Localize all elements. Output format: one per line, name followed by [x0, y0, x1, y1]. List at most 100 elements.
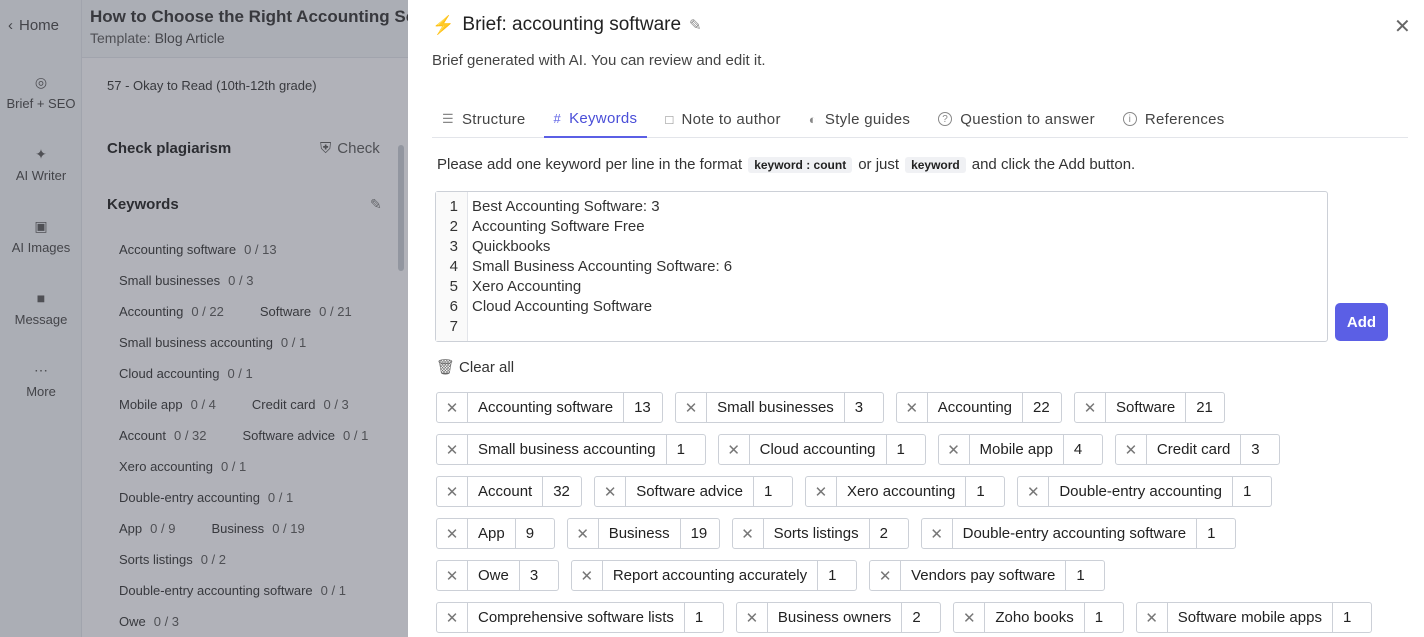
remove-icon[interactable]: ✕ — [737, 603, 768, 632]
chip-count-input[interactable]: 32 — [543, 477, 581, 506]
remove-icon[interactable]: ✕ — [922, 519, 953, 548]
chip-count-input[interactable]: 1 — [754, 477, 792, 506]
tab-style-guides[interactable]: ◐ Style guides — [799, 100, 920, 138]
chip-count-input[interactable]: 3 — [520, 561, 558, 590]
chip-keyword-input[interactable]: Cloud accounting — [750, 435, 887, 464]
chip-count-input[interactable]: 22 — [1023, 393, 1061, 422]
remove-icon[interactable]: ✕ — [1075, 393, 1107, 422]
remove-icon[interactable]: ✕ — [806, 477, 837, 506]
remove-icon[interactable]: ✕ — [954, 603, 986, 632]
chip-count-input[interactable]: 9 — [516, 519, 554, 548]
chip-count-input[interactable]: 1 — [818, 561, 856, 590]
chip-count-input[interactable]: 1 — [1085, 603, 1123, 632]
modal-overlay[interactable] — [0, 0, 408, 637]
chip-count-input[interactable]: 1 — [1066, 561, 1104, 590]
chip-keyword-input[interactable]: Small businesses — [707, 393, 845, 422]
editor-line[interactable]: Cloud Accounting Software — [472, 298, 652, 315]
editor-line[interactable]: Small Business Accounting Software: 6 — [472, 258, 732, 275]
tab-keywords[interactable]: # Keywords — [543, 100, 648, 138]
chip-count-input[interactable]: 3 — [845, 393, 883, 422]
remove-icon[interactable]: ✕ — [437, 435, 468, 464]
info-icon: i — [1122, 112, 1137, 126]
chip-keyword-input[interactable]: Account — [468, 477, 544, 506]
keyword-chip: ✕ Double-entry accounting 1 — [1017, 476, 1272, 507]
chip-keyword-input[interactable]: Software mobile apps — [1168, 603, 1333, 632]
remove-icon[interactable]: ✕ — [1137, 603, 1168, 632]
chip-keyword-input[interactable]: Xero accounting — [837, 477, 967, 506]
remove-icon[interactable]: ✕ — [437, 561, 468, 590]
chip-keyword-input[interactable]: Business — [599, 519, 681, 548]
tab-note-to-author[interactable]: □ Note to author — [655, 100, 790, 138]
remove-icon[interactable]: ✕ — [719, 435, 750, 464]
keyword-chip: ✕ Cloud accounting 1 — [717, 434, 926, 465]
remove-icon[interactable]: ✕ — [1116, 435, 1147, 464]
keyword-chip: ✕ Vendors pay software 1 — [869, 560, 1106, 591]
remove-icon[interactable]: ✕ — [437, 603, 468, 632]
chip-count-input[interactable]: 1 — [685, 603, 723, 632]
chip-count-input[interactable]: 1 — [1333, 603, 1371, 632]
chip-count-input[interactable]: 4 — [1064, 435, 1102, 464]
chip-count-input[interactable]: 19 — [681, 519, 719, 548]
chip-keyword-input[interactable]: Mobile app — [970, 435, 1064, 464]
lightning-icon: ⚡ — [432, 14, 455, 35]
chip-keyword-input[interactable]: Accounting — [928, 393, 1024, 422]
line-number: 3 — [449, 238, 458, 255]
remove-icon[interactable]: ✕ — [939, 435, 970, 464]
chip-count-input[interactable]: 1 — [887, 435, 925, 464]
chip-keyword-input[interactable]: Comprehensive software lists — [468, 603, 685, 632]
chip-count-input[interactable]: 2 — [870, 519, 908, 548]
chip-keyword-input[interactable]: Credit card — [1147, 435, 1242, 464]
editor-line[interactable]: Best Accounting Software: 3 — [472, 198, 660, 215]
chip-keyword-input[interactable]: Zoho books — [985, 603, 1085, 632]
editor-line[interactable]: Quickbooks — [472, 238, 550, 255]
remove-icon[interactable]: ✕ — [870, 561, 902, 590]
edit-icon[interactable]: ✎ — [689, 16, 702, 34]
chip-count-input[interactable]: 1 — [1233, 477, 1271, 506]
tab-structure[interactable]: ☰ Structure — [432, 100, 536, 138]
tab-question-to-answer[interactable]: ? Question to answer — [928, 100, 1105, 138]
remove-icon[interactable]: ✕ — [733, 519, 764, 548]
editor-line[interactable]: Accounting Software Free — [472, 218, 645, 235]
clear-all-button[interactable]: 🗑 Clear all — [436, 358, 515, 377]
line-number: 4 — [449, 258, 458, 275]
chip-keyword-input[interactable]: Owe — [468, 561, 520, 590]
keyword-chip: ✕ Comprehensive software lists 1 — [436, 602, 724, 633]
close-icon[interactable]: ✕ — [1394, 17, 1411, 37]
keyword-chip: ✕ Business 19 — [566, 518, 720, 549]
keyword-editor[interactable]: 1 Best Accounting Software: 3 2 Accounting … — [435, 191, 1328, 342]
chip-keyword-input[interactable]: Vendors pay software — [901, 561, 1067, 590]
keyword-chip: ✕ Software advice 1 — [594, 476, 793, 507]
chip-keyword-input[interactable]: Report accounting accurately — [603, 561, 819, 590]
chip-keyword-input[interactable]: Small business accounting — [468, 435, 667, 464]
chip-count-input[interactable]: 13 — [624, 393, 662, 422]
chip-count-input[interactable]: 2 — [902, 603, 940, 632]
remove-icon[interactable]: ✕ — [437, 477, 468, 506]
add-button[interactable]: Add — [1335, 303, 1388, 341]
chip-keyword-input[interactable]: Sorts listings — [764, 519, 870, 548]
chip-count-input[interactable]: 3 — [1241, 435, 1279, 464]
remove-icon[interactable]: ✕ — [1018, 477, 1050, 506]
clear-all-label: Clear all — [459, 358, 515, 376]
chip-keyword-input[interactable]: Software — [1106, 393, 1187, 422]
editor-line[interactable]: Xero Accounting — [472, 278, 581, 295]
chip-count-input[interactable]: 1 — [667, 435, 705, 464]
chip-count-input[interactable]: 1 — [966, 477, 1004, 506]
remove-icon[interactable]: ✕ — [595, 477, 627, 506]
chip-count-input[interactable]: 21 — [1186, 393, 1224, 422]
remove-icon[interactable]: ✕ — [676, 393, 708, 422]
remove-icon[interactable]: ✕ — [572, 561, 603, 590]
keyword-chip: ✕ App 9 — [436, 518, 555, 549]
chip-keyword-input[interactable]: Double-entry accounting — [1049, 477, 1233, 506]
remove-icon[interactable]: ✕ — [568, 519, 599, 548]
chip-keyword-input[interactable]: Business owners — [768, 603, 903, 632]
remove-icon[interactable]: ✕ — [437, 393, 468, 422]
remove-icon[interactable]: ✕ — [437, 519, 468, 548]
chip-count-input[interactable]: 1 — [1197, 519, 1235, 548]
line-number: 7 — [449, 318, 458, 335]
chip-keyword-input[interactable]: Double-entry accounting software — [953, 519, 1198, 548]
remove-icon[interactable]: ✕ — [897, 393, 928, 422]
chip-keyword-input[interactable]: Accounting software — [468, 393, 625, 422]
chip-keyword-input[interactable]: Software advice — [626, 477, 754, 506]
tab-references[interactable]: i References — [1113, 100, 1235, 138]
chip-keyword-input[interactable]: App — [468, 519, 516, 548]
